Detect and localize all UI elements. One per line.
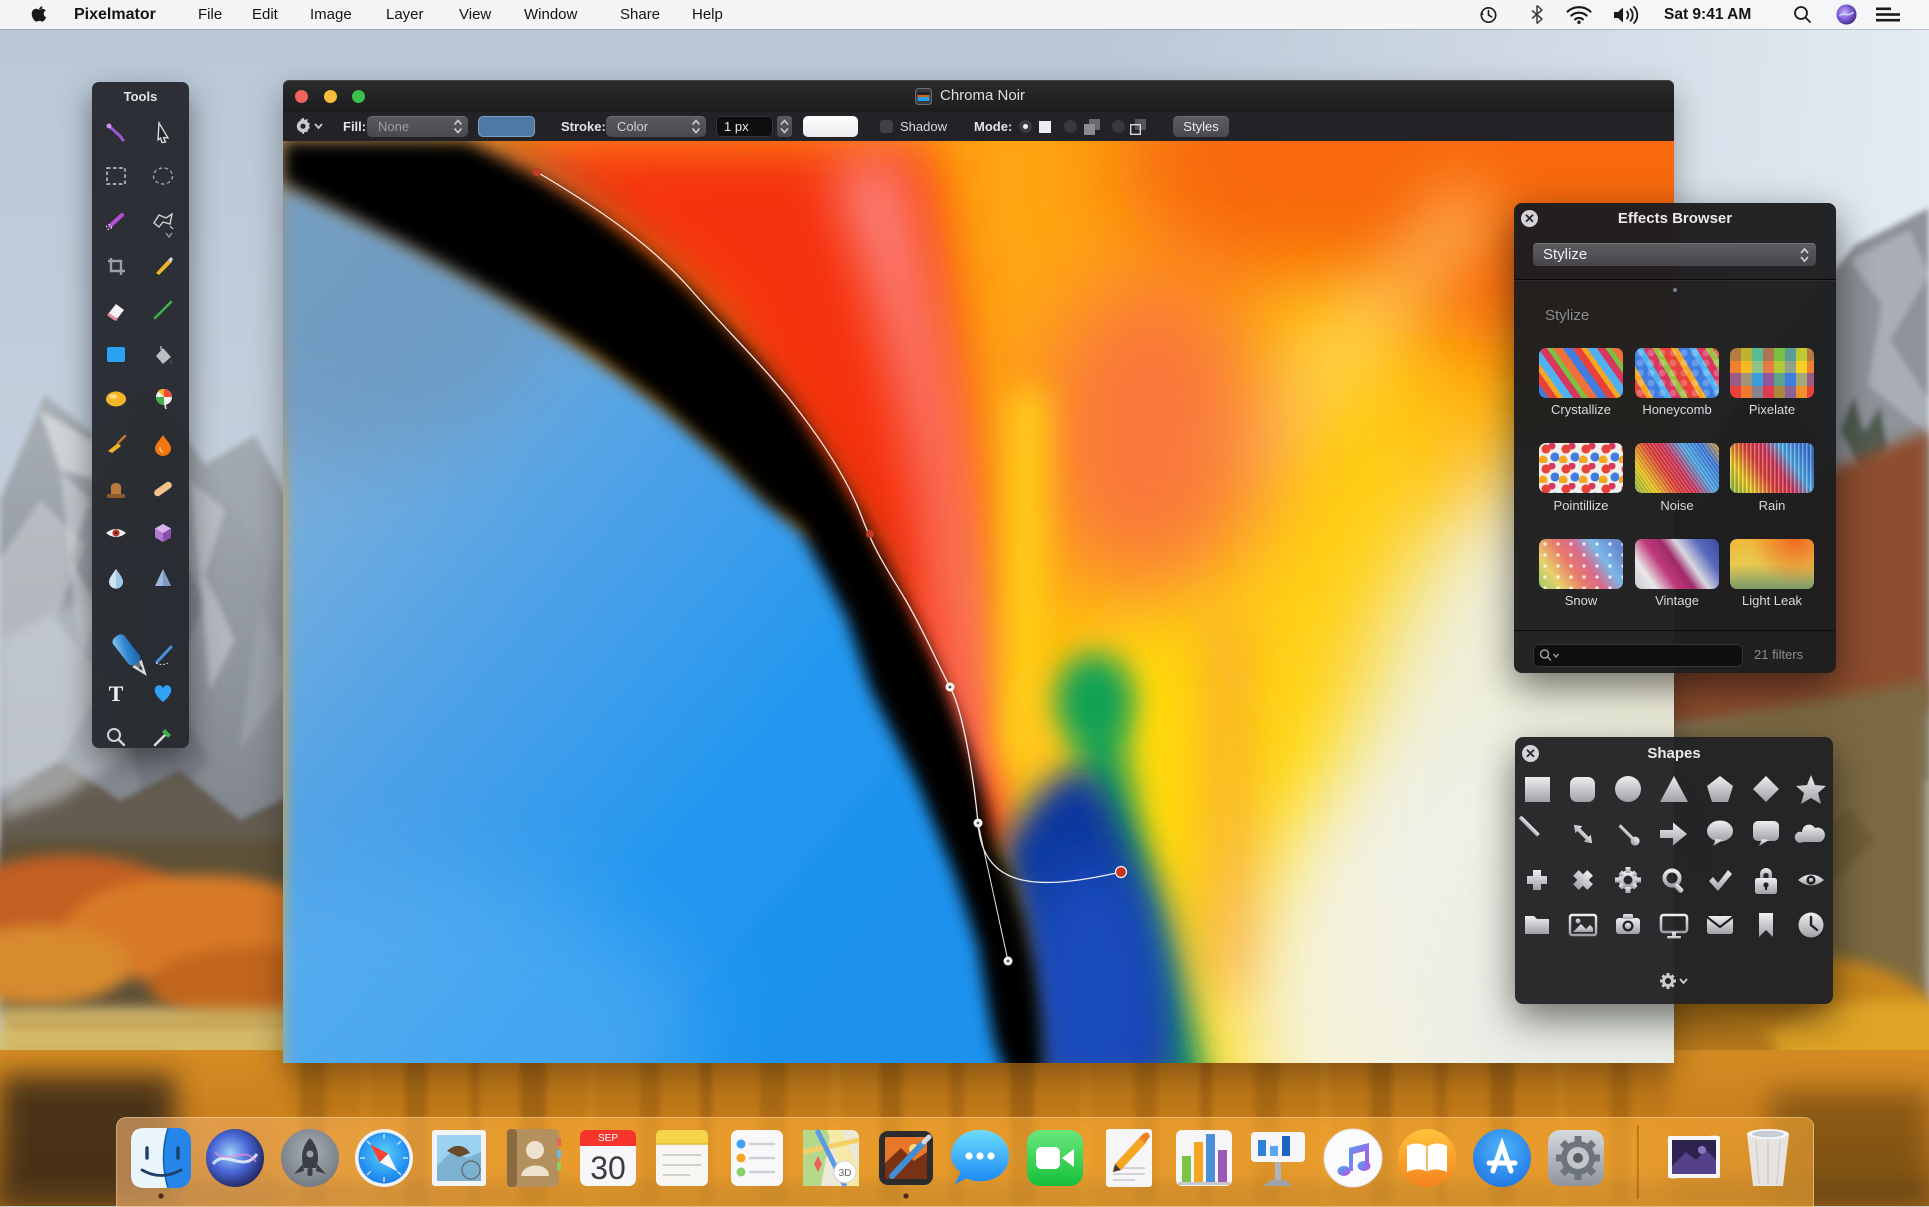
svg-text:30: 30 (590, 1150, 626, 1186)
svg-text:3D: 3D (839, 1168, 852, 1179)
svg-text:T: T (109, 681, 124, 706)
svg-text:SEP: SEP (598, 1133, 618, 1144)
